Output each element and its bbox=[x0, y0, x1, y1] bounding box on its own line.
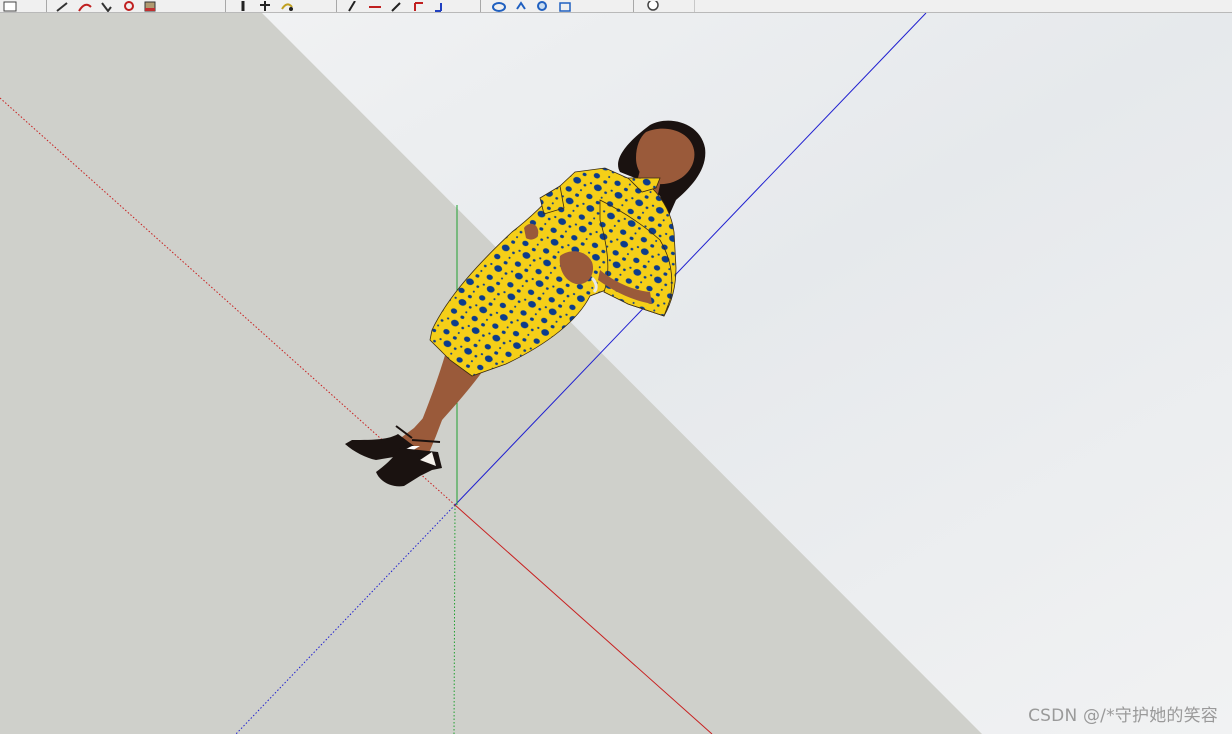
modeling-viewport[interactable]: CSDN @/*守护她的笑容 bbox=[0, 13, 1232, 734]
orbit-icon[interactable] bbox=[488, 1, 510, 12]
rotate-icon[interactable] bbox=[276, 1, 298, 12]
toolbar-group-edit bbox=[232, 0, 298, 12]
zoom-icon[interactable] bbox=[532, 1, 554, 12]
push-pull-icon[interactable] bbox=[232, 1, 254, 12]
pan-icon[interactable] bbox=[510, 1, 532, 12]
select-arrow-icon[interactable] bbox=[0, 1, 22, 12]
dimension-icon[interactable] bbox=[364, 1, 386, 12]
text-icon[interactable] bbox=[408, 1, 430, 12]
walk-icon[interactable] bbox=[642, 1, 664, 12]
paint-bucket-icon[interactable] bbox=[140, 1, 162, 12]
toolbar-group-draw bbox=[52, 0, 162, 12]
pencil-line-icon[interactable] bbox=[52, 1, 74, 12]
zoom-extents-icon[interactable] bbox=[554, 1, 576, 12]
tape-measure-icon[interactable] bbox=[342, 1, 364, 12]
arc-icon[interactable] bbox=[74, 1, 96, 12]
toolbar-group-walk bbox=[642, 0, 664, 12]
sketchup-window: CSDN @/*守护她的笑容 bbox=[0, 0, 1232, 734]
watermark-text: CSDN @/*守护她的笑容 bbox=[1028, 706, 1218, 726]
scene-canvas[interactable] bbox=[0, 13, 1232, 734]
toolbar bbox=[0, 0, 1232, 13]
freehand-icon[interactable] bbox=[96, 1, 118, 12]
axes-icon[interactable] bbox=[430, 1, 452, 12]
toolbar-group-camera bbox=[488, 0, 576, 12]
move-icon[interactable] bbox=[254, 1, 276, 12]
toolbar-group-construct bbox=[342, 0, 452, 12]
eraser-icon[interactable] bbox=[118, 1, 140, 12]
protractor-icon[interactable] bbox=[386, 1, 408, 12]
toolbar-group-main bbox=[0, 0, 22, 12]
